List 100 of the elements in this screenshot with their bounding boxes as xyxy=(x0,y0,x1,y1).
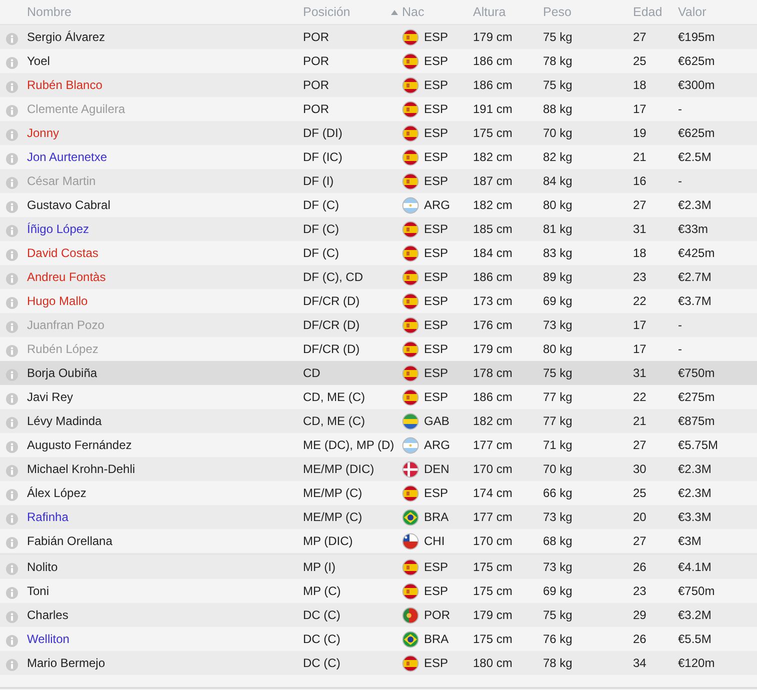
table-row[interactable]: Lévy Madinda CD, ME (C) GAB 182 cm 77 kg 21 €875m xyxy=(0,409,757,433)
info-icon[interactable] xyxy=(6,57,18,69)
player-name[interactable]: Rubén Blanco xyxy=(27,76,102,94)
table-row[interactable]: Mario Bermejo DC (C) ESP 180 cm 78 kg 34 €120m xyxy=(0,651,757,675)
flag-icon xyxy=(402,532,419,550)
info-icon[interactable] xyxy=(6,273,18,285)
player-name[interactable]: Charles xyxy=(27,606,68,624)
table-row[interactable]: Rafinha ME/MP (C) BRA 177 cm 73 kg 20 €3.3M xyxy=(0,505,757,529)
table-cell: 70 kg xyxy=(543,462,572,476)
table-cell: 73 kg xyxy=(543,510,572,524)
flag-icon xyxy=(402,582,419,600)
table-row[interactable]: Rubén Blanco POR ESP 186 cm 75 kg 18 €300m xyxy=(0,73,757,97)
info-icon[interactable] xyxy=(6,225,18,237)
player-name[interactable]: Jonny xyxy=(27,124,60,142)
info-icon[interactable] xyxy=(6,587,18,599)
table-cell: 182 cm xyxy=(473,150,512,164)
table-cell: 17 xyxy=(633,318,646,332)
info-icon[interactable] xyxy=(6,465,18,477)
table-cell: €3.7M xyxy=(678,294,712,308)
table-row[interactable]: Charles DC (C) POR 179 cm 75 kg 29 €3.2M xyxy=(0,603,757,627)
player-name[interactable]: Íñigo López xyxy=(27,220,90,238)
table-cell-text: ESP xyxy=(424,317,448,334)
table-cell: DC (C) xyxy=(303,656,340,670)
player-name[interactable]: Andreu Fontàs xyxy=(27,268,106,286)
player-name[interactable]: Borja Oubiña xyxy=(27,364,98,382)
table-row[interactable]: Juanfran Pozo DF/CR (D) ESP 176 cm 73 kg 17 - xyxy=(0,313,757,337)
info-icon[interactable] xyxy=(6,659,18,671)
player-name[interactable]: Lévy Madinda xyxy=(27,412,102,430)
table-cell: POR xyxy=(303,102,330,116)
table-cell: 26 xyxy=(633,560,646,574)
info-icon[interactable] xyxy=(6,105,18,117)
info-icon[interactable] xyxy=(6,153,18,165)
info-icon[interactable] xyxy=(6,201,18,213)
info-icon[interactable] xyxy=(6,345,18,357)
table-cell: 26 xyxy=(633,632,646,646)
info-icon[interactable] xyxy=(6,611,18,623)
flag-icon xyxy=(402,100,419,118)
table-row[interactable]: Sergio Álvarez POR ESP 179 cm 75 kg 27 €195m xyxy=(0,25,757,49)
info-icon[interactable] xyxy=(6,635,18,647)
player-name[interactable]: Fabián Orellana xyxy=(27,532,112,550)
table-row[interactable]: César Martin DF (I) ESP 187 cm 84 kg 16 - xyxy=(0,169,757,193)
flag-icon xyxy=(402,172,419,190)
table-cell: 75 kg xyxy=(543,78,572,92)
info-icon[interactable] xyxy=(6,417,18,429)
table-cell: 176 cm xyxy=(473,318,512,332)
player-name[interactable]: Sergio Álvarez xyxy=(27,28,106,46)
table-cell-text: ESP xyxy=(424,389,448,406)
info-icon[interactable] xyxy=(6,249,18,261)
table-cell-text: ESP xyxy=(424,125,448,142)
player-name[interactable]: Mario Bermejo xyxy=(27,654,106,672)
table-cell: 27 xyxy=(633,30,646,44)
table-row[interactable]: Íñigo López DF (C) ESP 185 cm 81 kg 31 €33m xyxy=(0,217,757,241)
player-name[interactable]: David Costas xyxy=(27,244,98,262)
info-icon[interactable] xyxy=(6,177,18,189)
flag-icon xyxy=(402,364,419,382)
table-cell-text: ESP xyxy=(424,365,448,382)
player-name[interactable]: Michael Krohn-Dehli xyxy=(27,460,136,478)
info-icon[interactable] xyxy=(6,33,18,45)
player-name[interactable]: Álex López xyxy=(27,484,86,502)
player-name[interactable]: Yoel xyxy=(27,52,50,70)
player-name[interactable]: Jon Aurtenetxe xyxy=(27,148,108,166)
info-icon[interactable] xyxy=(6,441,18,453)
flag-icon xyxy=(402,292,419,310)
info-icon[interactable] xyxy=(6,489,18,501)
player-name[interactable]: Gustavo Cabral xyxy=(27,196,110,214)
info-icon[interactable] xyxy=(6,81,18,93)
info-icon[interactable] xyxy=(6,537,18,549)
player-name[interactable]: Hugo Mallo xyxy=(27,292,88,310)
table-cell: €625m xyxy=(678,54,715,68)
table-cell-text: GAB xyxy=(424,413,450,430)
table-cell: DC (C) xyxy=(303,632,340,646)
table-cell: 170 cm xyxy=(473,534,512,548)
info-icon[interactable] xyxy=(6,563,18,575)
table-row[interactable]: Andreu Fontàs DF (C), CD ESP 186 cm 89 kg 23 €2.7M xyxy=(0,265,757,289)
sort-arrow-icon xyxy=(391,10,398,14)
info-icon[interactable] xyxy=(6,297,18,309)
table-cell: 191 cm xyxy=(473,102,512,116)
info-icon[interactable] xyxy=(6,369,18,381)
info-icon[interactable] xyxy=(6,513,18,525)
table-row[interactable]: Borja Oubiña CD ESP 178 cm 75 kg 31 €750m xyxy=(0,361,757,385)
table-cell: 82 kg xyxy=(543,150,572,164)
flag-icon xyxy=(402,28,419,46)
table-cell: 174 cm xyxy=(473,486,512,500)
table-row[interactable]: Michael Krohn-Dehli ME/MP (DIC) DEN 170 cm 70 kg 30 €2.3M xyxy=(0,457,757,481)
table-cell: DF (C) xyxy=(303,198,339,212)
player-name[interactable]: Nolito xyxy=(27,558,58,576)
player-name[interactable]: Rafinha xyxy=(27,508,68,526)
table-row[interactable]: Nolito MP (I) ESP 175 cm 73 kg 26 €4.1M xyxy=(0,555,757,579)
table-row[interactable]: Jonny DF (DI) ESP 175 cm 70 kg 19 €625m xyxy=(0,121,757,145)
table-cell-text: ESP xyxy=(424,53,448,70)
player-name[interactable]: Augusto Fernández xyxy=(27,436,132,454)
player-name[interactable]: Toni xyxy=(27,582,50,600)
player-name[interactable]: Welliton xyxy=(27,630,70,648)
table-cell: €2.3M xyxy=(678,198,712,212)
info-icon[interactable] xyxy=(6,321,18,333)
info-icon[interactable] xyxy=(6,393,18,405)
info-icon[interactable] xyxy=(6,129,18,141)
table-cell: 182 cm xyxy=(473,198,512,212)
table-cell: DF (C) xyxy=(303,222,339,236)
player-name[interactable]: Javi Rey xyxy=(27,388,74,406)
